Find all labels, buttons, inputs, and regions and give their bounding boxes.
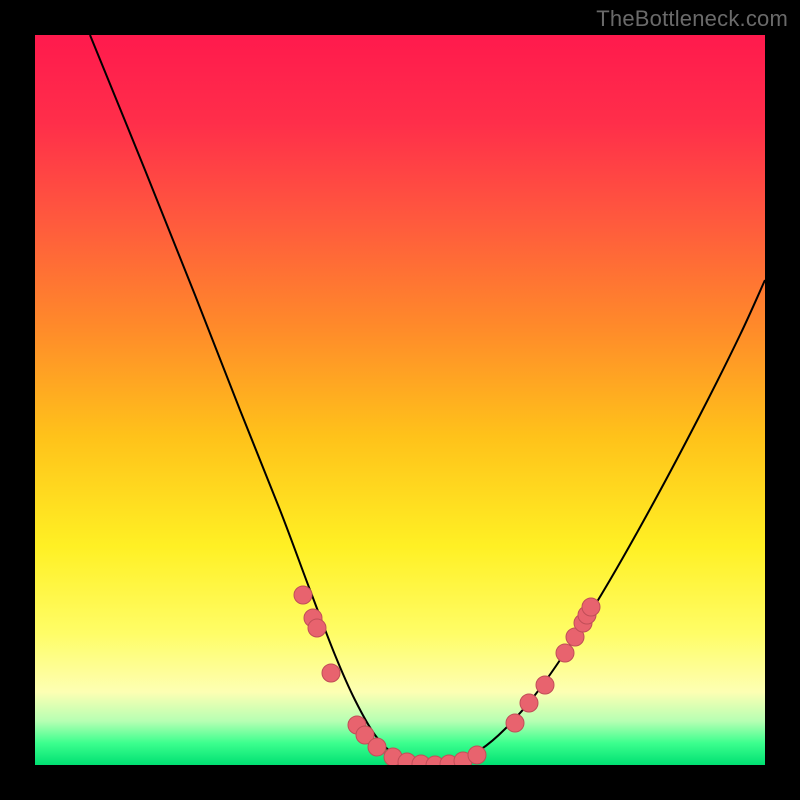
data-dot bbox=[322, 664, 340, 682]
chart-svg bbox=[35, 35, 765, 765]
data-dot bbox=[308, 619, 326, 637]
data-dot-group bbox=[294, 586, 600, 765]
right-curve bbox=[435, 280, 765, 765]
data-dot bbox=[520, 694, 538, 712]
data-dot bbox=[468, 746, 486, 764]
data-dot bbox=[556, 644, 574, 662]
chart-frame: TheBottleneck.com bbox=[0, 0, 800, 800]
data-dot bbox=[506, 714, 524, 732]
data-dot bbox=[368, 738, 386, 756]
curve-group bbox=[90, 35, 765, 765]
attribution-text: TheBottleneck.com bbox=[596, 6, 788, 32]
plot-area bbox=[35, 35, 765, 765]
data-dot bbox=[582, 598, 600, 616]
data-dot bbox=[294, 586, 312, 604]
left-curve bbox=[90, 35, 435, 765]
data-dot bbox=[536, 676, 554, 694]
